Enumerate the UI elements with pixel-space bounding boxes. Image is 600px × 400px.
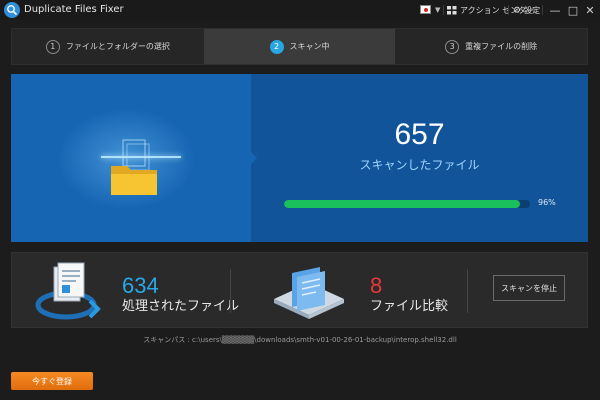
step-select-files: 1 ファイルとフォルダーの選択	[12, 29, 204, 64]
scanned-count: 657	[394, 118, 445, 151]
stop-scan-button[interactable]: スキャンを停止	[493, 275, 565, 301]
app-logo-icon	[4, 2, 20, 18]
progress-percent: 96%	[538, 198, 556, 207]
step-label: 重複ファイルの削除	[465, 42, 538, 51]
gear-icon: ⚙	[513, 5, 522, 16]
grid-icon	[447, 6, 457, 15]
steps-bar: 1 ファイルとフォルダーの選択 2 スキャン中 3 重複ファイルの削除	[11, 28, 588, 65]
stats-panel: 634 処理されたファイル 8 ファイル比較 スキャンを停止	[11, 252, 588, 328]
scan-path: スキャンパス : c:\users\▒▒▒▒▒▒\downloads\smth-…	[143, 336, 457, 344]
step-label: ファイルとフォルダーの選択	[65, 42, 170, 51]
divider	[230, 269, 231, 313]
divider	[542, 5, 543, 15]
processed-label: 処理されたファイル	[122, 299, 240, 314]
compare-label: ファイル比較	[370, 299, 449, 314]
processed-files-icon	[35, 262, 101, 320]
scan-glow	[51, 104, 201, 214]
minimize-button[interactable]: —	[547, 2, 563, 18]
japan-flag-icon[interactable]	[420, 5, 431, 14]
divider	[508, 5, 509, 15]
app-title: Duplicate Files Fixer	[24, 4, 124, 15]
maximize-icon: □	[567, 3, 579, 17]
folder-icon	[111, 139, 157, 195]
progress-bar	[284, 200, 530, 208]
title-bar: Duplicate Files Fixer ▼ アクション センター ⚙ 設定 …	[0, 0, 600, 20]
step-scanning: 2 スキャン中	[203, 29, 396, 64]
maximize-button[interactable]: □	[565, 2, 581, 18]
scan-animation	[11, 74, 251, 242]
step-delete-duplicates: 3 重複ファイルの削除	[395, 29, 587, 64]
step-label: スキャン中	[289, 42, 330, 51]
divider	[467, 269, 468, 313]
divider	[443, 5, 444, 15]
step-number: 2	[269, 39, 284, 54]
close-icon: ✕	[585, 3, 595, 17]
chevron-down-icon[interactable]: ▼	[435, 6, 440, 14]
progress-fill	[284, 200, 521, 208]
compare-files-icon	[274, 267, 344, 319]
step-number: 1	[45, 39, 60, 54]
scan-arrow	[251, 152, 257, 164]
step-number: 3	[445, 39, 460, 54]
scan-summary: 657 スキャンしたファイル 96%	[251, 74, 588, 242]
scanned-caption: スキャンしたファイル	[359, 158, 480, 172]
register-now-button[interactable]: 今すぐ登録	[11, 372, 93, 390]
scan-panel: 657 スキャンしたファイル 96%	[11, 74, 588, 242]
settings-label: 設定	[524, 6, 541, 15]
settings-button[interactable]: ⚙ 設定	[513, 5, 540, 16]
close-button[interactable]: ✕	[582, 2, 598, 18]
scan-ray	[101, 156, 181, 158]
minimize-icon: —	[549, 3, 561, 17]
